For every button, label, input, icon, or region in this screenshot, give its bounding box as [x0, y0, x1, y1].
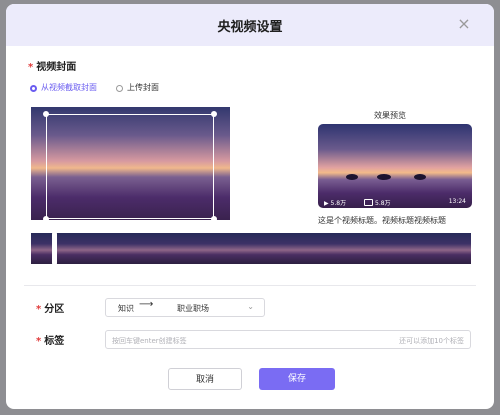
cover-section-label: * 视频封面: [28, 58, 76, 73]
crop-handle-bottom-left[interactable]: [43, 216, 49, 222]
comments-count: 5.8万: [375, 200, 391, 207]
category-label-row: * 分区: [36, 300, 64, 315]
required-mark: *: [28, 62, 34, 73]
cover-label: 视频封面: [36, 62, 77, 73]
divider: [24, 285, 476, 286]
required-mark: *: [36, 304, 42, 315]
dialog-header: 央视频设置 ×: [6, 4, 494, 46]
crop-frame[interactable]: [46, 114, 214, 219]
save-button[interactable]: 保存: [259, 368, 335, 390]
category-label: 分区: [44, 304, 65, 315]
views-stat: ▶ 5.8万: [324, 198, 346, 207]
cancel-button[interactable]: 取消: [168, 368, 242, 390]
play-icon: ▶: [324, 200, 329, 207]
preview-label: 效果预览: [374, 111, 406, 120]
tags-input[interactable]: 按回车键enter创建标签 还可以添加10个标签: [105, 330, 471, 349]
video-duration: 13:24: [448, 198, 466, 205]
preview-video-title: 这是个视频标题。视频标题视频标题: [318, 216, 446, 225]
dialog-title: 央视频设置: [217, 20, 283, 35]
preview-card: ▶ 5.8万 5.8万 13:24: [318, 124, 472, 208]
crop-handle-top-left[interactable]: [43, 111, 49, 117]
tags-placeholder: 按回车键enter创建标签: [112, 337, 187, 345]
radio-dot-icon: [116, 85, 123, 92]
radio-label: 上传封面: [127, 83, 159, 92]
tree-silhouettes: [346, 174, 426, 180]
radio-capture-from-video[interactable]: 从视频截取封面: [30, 82, 97, 93]
chevron-down-icon: ⌄: [247, 302, 254, 311]
tags-label-row: * 标签: [36, 332, 64, 347]
comments-stat: 5.8万: [364, 198, 391, 207]
category-parent-value: 知识: [118, 304, 134, 313]
close-icon[interactable]: ×: [456, 16, 472, 32]
views-count: 5.8万: [330, 200, 347, 207]
category-child-value: 职业职场: [177, 304, 209, 313]
radio-dot-icon: [30, 85, 37, 92]
radio-label: 从视频截取封面: [41, 83, 97, 92]
radio-upload-cover[interactable]: 上传封面: [116, 82, 159, 93]
comment-icon: [364, 199, 373, 206]
video-frame-strip[interactable]: [31, 233, 471, 264]
category-select[interactable]: 知识 ⟶ 职业职场 ⌄: [105, 298, 265, 317]
arrow-right-icon: ⟶: [139, 299, 154, 310]
tags-label: 标签: [44, 336, 65, 347]
required-mark: *: [36, 336, 42, 347]
frame-scrubber-handle[interactable]: [52, 232, 57, 265]
crop-handle-top-right[interactable]: [211, 111, 217, 117]
crop-handle-bottom-right[interactable]: [211, 216, 217, 222]
tags-remaining-hint: 还可以添加10个标签: [399, 337, 464, 345]
video-settings-dialog: 央视频设置 × * 视频封面 从视频截取封面 上传封面 效果预览 ▶ 5.8万 5…: [6, 4, 494, 409]
